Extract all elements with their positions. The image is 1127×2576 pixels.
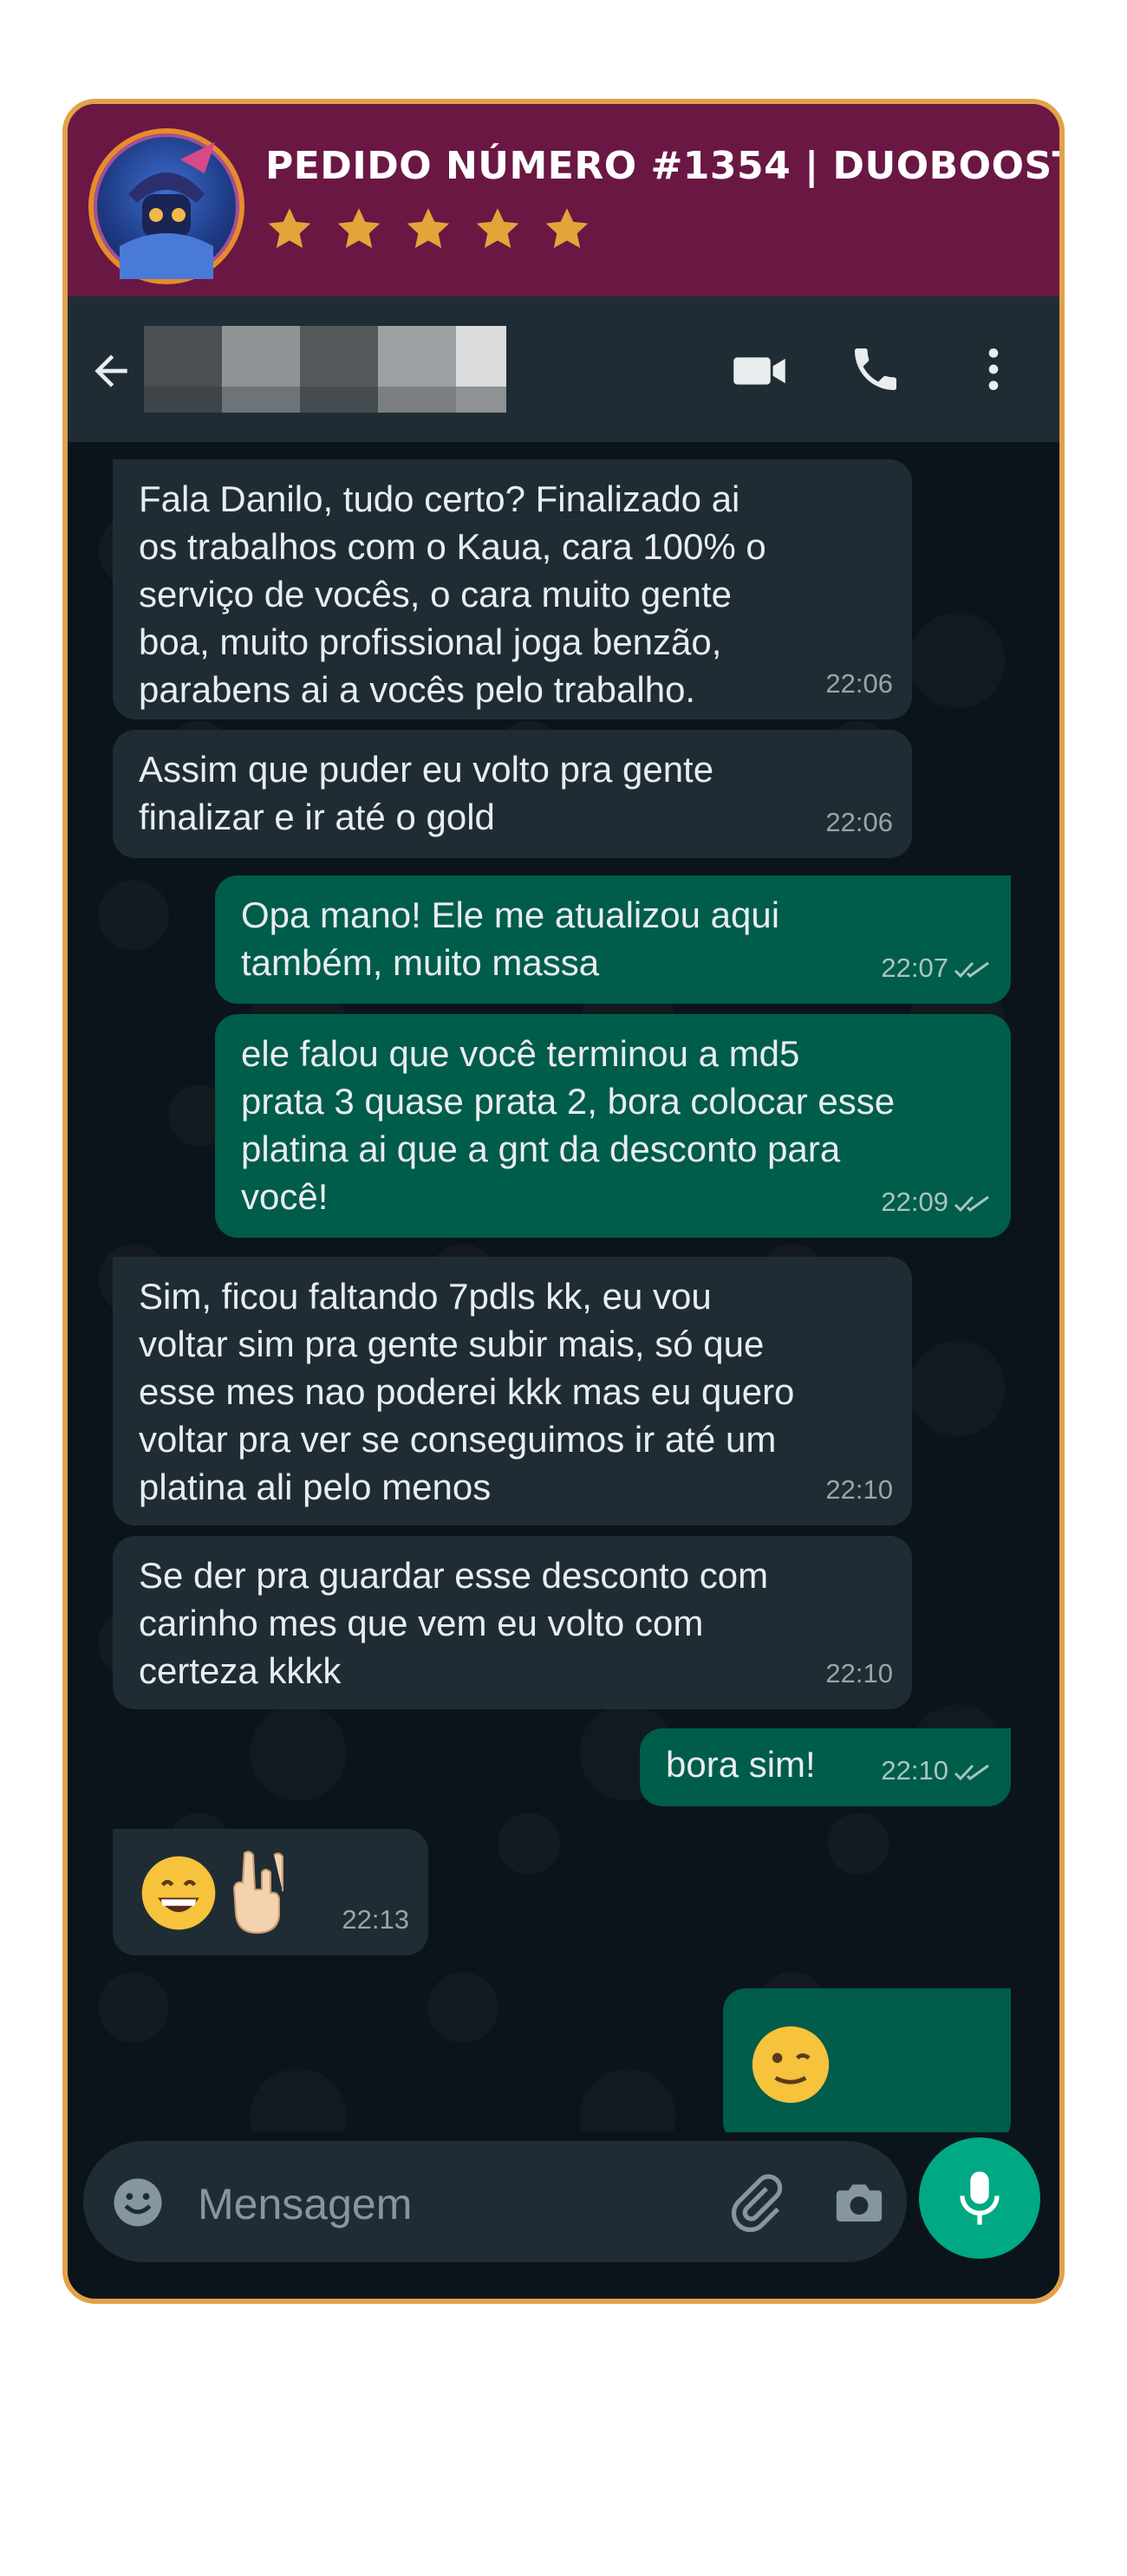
- message-time: 22:10: [825, 1474, 893, 1505]
- chat-messages[interactable]: Fala Danilo, tudo certo? Finalizado ai o…: [68, 442, 1059, 2132]
- champion-portrait-icon: [120, 142, 215, 279]
- smile-icon[interactable]: [109, 2174, 166, 2231]
- avatar: [88, 128, 244, 284]
- message-incoming[interactable]: Assim que puder eu volto pra gente final…: [113, 730, 912, 858]
- message-text: Sim, ficou faltando 7pdls kk, eu vou vol…: [139, 1276, 795, 1507]
- message-text: Assim que puder eu volto pra gente final…: [139, 749, 714, 837]
- camera-icon[interactable]: [831, 2174, 888, 2231]
- chat-header: [68, 296, 1059, 442]
- message-time: 22:06: [825, 668, 893, 699]
- message-incoming-emoji[interactable]: 22:13: [113, 1829, 428, 1955]
- star-icon: [476, 208, 519, 249]
- blur-pixel: [144, 326, 222, 413]
- message-time: 22:09: [881, 1187, 948, 1217]
- message-time-status: 22:10: [881, 1747, 992, 1794]
- message-outgoing-emoji-partial[interactable]: [723, 1988, 1011, 2132]
- message-input[interactable]: Mensagem: [83, 2141, 907, 2262]
- message-text: Fala Danilo, tudo certo? Finalizado ai o…: [139, 478, 766, 710]
- star-icon: [407, 208, 450, 249]
- order-title: PEDIDO NÚMERO #1354 | DUOBOOST: [265, 144, 1065, 188]
- video-call-icon[interactable]: [730, 342, 789, 400]
- message-time-status: 22:09: [881, 1178, 992, 1226]
- read-receipt-icon: [954, 1764, 989, 1780]
- message-placeholder: Mensagem: [198, 2180, 413, 2228]
- contact-name-blurred[interactable]: [144, 326, 506, 413]
- message-incoming[interactable]: Sim, ficou faltando 7pdls kk, eu vou vol…: [113, 1257, 912, 1525]
- grinning-face-emoji: [141, 1856, 216, 1930]
- message-text: Opa mano! Ele me atualizou aqui também, …: [241, 894, 780, 983]
- screenshot-card: PEDIDO NÚMERO #1354 | DUOBOOST Fala Dani…: [62, 99, 1065, 2304]
- star-icon: [268, 208, 311, 249]
- message-text: Se der pra guardar esse desconto com car…: [139, 1555, 769, 1691]
- order-banner: PEDIDO NÚMERO #1354 | DUOBOOST: [68, 104, 1059, 296]
- message-time: 22:06: [825, 807, 893, 837]
- message-time-status: 22:07: [881, 944, 992, 992]
- message-time: 22:10: [881, 1755, 948, 1786]
- blur-pixel: [456, 326, 506, 413]
- read-receipt-icon: [954, 1195, 989, 1212]
- rating-stars: [265, 205, 591, 253]
- star-icon: [545, 208, 589, 249]
- message-time: 22:07: [881, 953, 948, 983]
- more-vertical-icon[interactable]: [966, 342, 1021, 397]
- blur-pixel: [222, 326, 300, 413]
- message-outgoing[interactable]: bora sim! 22:10: [640, 1728, 1011, 1806]
- paperclip-icon[interactable]: [725, 2172, 785, 2233]
- winking-face-emoji: [752, 2026, 830, 2104]
- phone-icon[interactable]: [848, 342, 903, 397]
- blur-pixel: [300, 326, 378, 413]
- mic-icon: [960, 2171, 1000, 2225]
- blur-pixel: [378, 326, 456, 413]
- message-incoming[interactable]: Fala Danilo, tudo certo? Finalizado ai o…: [113, 459, 912, 719]
- voice-record-button[interactable]: [919, 2137, 1040, 2259]
- star-icon: [337, 208, 381, 249]
- message-outgoing[interactable]: Opa mano! Ele me atualizou aqui também, …: [215, 875, 1011, 1004]
- message-composer: Mensagem: [68, 2132, 1059, 2299]
- message-text: ele falou que você terminou a md5 prata …: [241, 1033, 896, 1217]
- message-time: 22:10: [825, 1658, 893, 1688]
- message-outgoing[interactable]: ele falou que você terminou a md5 prata …: [215, 1014, 1011, 1238]
- message-time: 22:13: [342, 1904, 409, 1935]
- message-incoming[interactable]: Se der pra guardar esse desconto com car…: [113, 1536, 912, 1709]
- arrow-left-icon[interactable]: [87, 347, 135, 395]
- rock-on-hand-emoji: [232, 1851, 283, 1935]
- read-receipt-icon: [954, 961, 989, 978]
